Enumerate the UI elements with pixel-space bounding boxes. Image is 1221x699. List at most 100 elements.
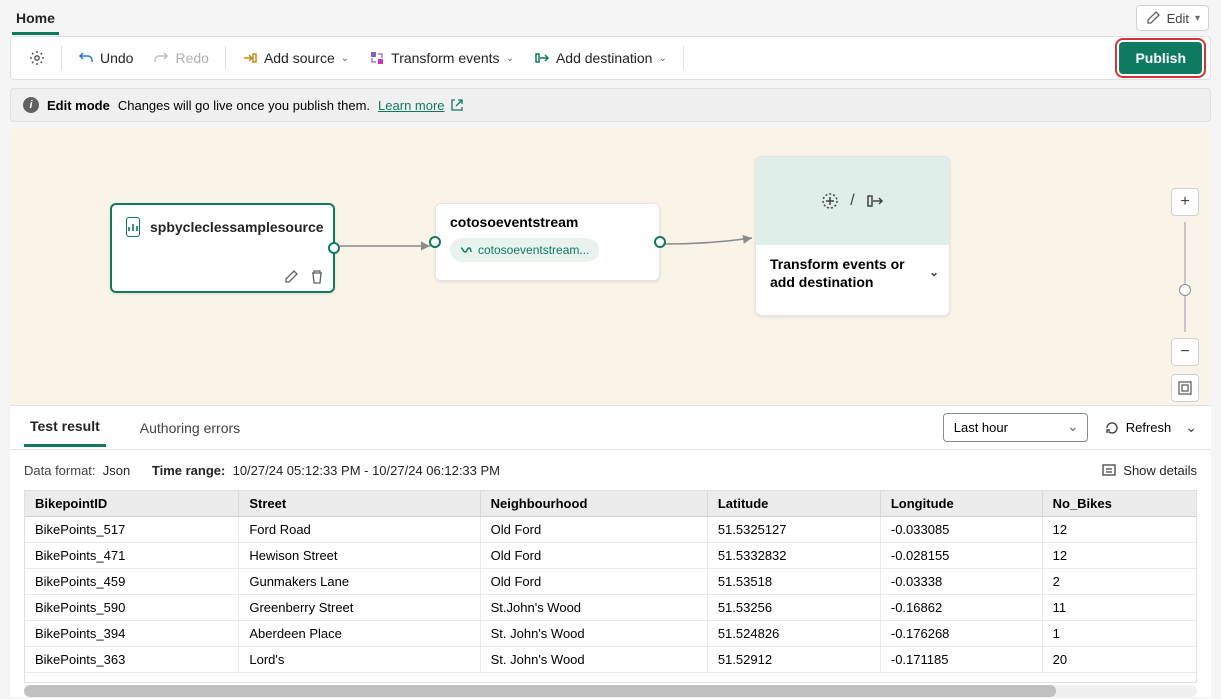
node-handle[interactable] — [429, 236, 441, 248]
eventstream-node[interactable]: cotosoeventstream cotosoeventstream... — [435, 203, 660, 281]
transform-events-button[interactable]: Transform events ⌄ — [359, 44, 524, 72]
pencil-icon — [1145, 10, 1161, 26]
table-cell: BikePoints_590 — [25, 595, 239, 621]
publish-button[interactable]: Publish — [1119, 42, 1202, 74]
table-cell: 12 — [1042, 517, 1196, 543]
chevron-down-icon: ⌄ — [341, 53, 349, 64]
table-cell: Old Ford — [480, 569, 707, 595]
table-cell: Gunmakers Lane — [239, 569, 480, 595]
add-source-button[interactable]: Add source ⌄ — [232, 44, 359, 72]
trash-icon[interactable] — [309, 269, 325, 285]
table-cell: Greenberry Street — [239, 595, 480, 621]
table-cell: 51.5325127 — [707, 517, 880, 543]
undo-label: Undo — [100, 50, 133, 66]
edit-dropdown[interactable]: Edit ▾ — [1136, 5, 1209, 31]
table-cell: 51.52912 — [707, 647, 880, 673]
table-cell: Old Ford — [480, 543, 707, 569]
column-header[interactable]: Street — [239, 491, 480, 517]
edge-arrow — [335, 236, 435, 256]
table-row[interactable]: BikePoints_363Lord'sSt. John's Wood51.52… — [25, 647, 1196, 673]
table-cell: BikePoints_517 — [25, 517, 239, 543]
table-cell: 12 — [1042, 543, 1196, 569]
eventstream-pill-label: cotosoeventstream... — [478, 243, 589, 257]
tab-authoring-errors[interactable]: Authoring errors — [134, 410, 246, 446]
edit-mode-title: Edit mode — [47, 98, 110, 113]
table-row[interactable]: BikePoints_394Aberdeen PlaceSt. John's W… — [25, 621, 1196, 647]
column-header[interactable]: Longitude — [880, 491, 1042, 517]
chevron-down-icon: ⌄ — [658, 53, 666, 64]
table-row[interactable]: BikePoints_517Ford RoadOld Ford51.532512… — [25, 517, 1196, 543]
chart-icon — [126, 217, 140, 237]
destination-icon — [865, 191, 885, 211]
show-details-button[interactable]: Show details — [1101, 462, 1197, 478]
table-cell: Hewison Street — [239, 543, 480, 569]
node-handle[interactable] — [654, 236, 666, 248]
learn-more-link[interactable]: Learn more — [378, 97, 464, 113]
add-destination-button[interactable]: Add destination ⌄ — [524, 44, 677, 72]
time-range-dropdown[interactable]: Last hour — [943, 413, 1088, 442]
scrollbar-thumb[interactable] — [24, 685, 1056, 697]
zoom-thumb[interactable] — [1179, 284, 1191, 296]
column-header[interactable]: BikepointID — [25, 491, 239, 517]
bottom-panel: Test result Authoring errors Last hour R… — [10, 405, 1211, 697]
destination-node[interactable]: / Transform events or add destination ⌄ — [755, 156, 950, 316]
table-cell: -0.028155 — [880, 543, 1042, 569]
table-cell: -0.16862 — [880, 595, 1042, 621]
table-cell: BikePoints_471 — [25, 543, 239, 569]
table-cell: -0.171185 — [880, 647, 1042, 673]
refresh-button[interactable]: Refresh — [1104, 420, 1172, 436]
zoom-slider[interactable] — [1184, 222, 1186, 332]
source-icon — [242, 50, 258, 66]
redo-label: Redo — [175, 50, 208, 66]
learn-more-label: Learn more — [378, 98, 444, 113]
fit-icon — [1178, 381, 1192, 395]
source-node[interactable]: spbycleclessamplesource — [110, 203, 335, 293]
table-cell: 20 — [1042, 647, 1196, 673]
refresh-label: Refresh — [1126, 420, 1172, 435]
chevron-down-icon[interactable]: ⌄ — [929, 265, 939, 281]
add-source-label: Add source — [264, 50, 335, 66]
zoom-in-button[interactable]: + — [1171, 188, 1199, 216]
redo-icon — [153, 50, 169, 66]
tab-test-result[interactable]: Test result — [24, 408, 106, 447]
column-header[interactable]: No_Bikes — [1042, 491, 1196, 517]
table-cell: 51.5332832 — [707, 543, 880, 569]
results-grid[interactable]: BikepointIDStreetNeighbourhoodLatitudeLo… — [24, 490, 1197, 683]
table-cell: 2 — [1042, 569, 1196, 595]
table-cell: 11 — [1042, 595, 1196, 621]
external-link-icon — [449, 97, 465, 113]
table-cell: St. John's Wood — [480, 621, 707, 647]
show-details-label: Show details — [1123, 463, 1197, 478]
table-row[interactable]: BikePoints_471Hewison StreetOld Ford51.5… — [25, 543, 1196, 569]
undo-button[interactable]: Undo — [68, 44, 143, 72]
table-row[interactable]: BikePoints_590Greenberry StreetSt.John's… — [25, 595, 1196, 621]
edge-arrow — [660, 228, 760, 256]
stream-icon — [460, 244, 472, 256]
transform-icon — [369, 50, 385, 66]
column-header[interactable]: Latitude — [707, 491, 880, 517]
edit-mode-msg: Changes will go live once you publish th… — [118, 98, 370, 113]
node-handle[interactable] — [328, 242, 340, 254]
table-cell: BikePoints_363 — [25, 647, 239, 673]
transform-events-label: Transform events — [391, 50, 499, 66]
column-header[interactable]: Neighbourhood — [480, 491, 707, 517]
table-cell: 1 — [1042, 621, 1196, 647]
settings-button[interactable] — [19, 44, 55, 72]
separator — [683, 46, 684, 70]
undo-icon — [78, 50, 94, 66]
canvas[interactable]: spbycleclessamplesource cotosoeventstrea… — [10, 128, 1211, 413]
redo-button[interactable]: Redo — [143, 44, 218, 72]
eventstream-pill[interactable]: cotosoeventstream... — [450, 238, 599, 262]
chevron-down-icon: ⌄ — [506, 53, 514, 64]
table-row[interactable]: BikePoints_459Gunmakers LaneOld Ford51.5… — [25, 569, 1196, 595]
zoom-fit-button[interactable] — [1171, 374, 1199, 402]
transform-icon — [820, 191, 840, 211]
pencil-icon[interactable] — [283, 269, 299, 285]
horizontal-scrollbar[interactable] — [24, 685, 1197, 697]
destination-icon — [534, 50, 550, 66]
collapse-panel-button[interactable]: ⌄ — [1185, 419, 1197, 436]
tab-home[interactable]: Home — [12, 2, 59, 35]
data-format-value: Json — [103, 463, 130, 478]
zoom-out-button[interactable]: − — [1171, 338, 1199, 366]
toolbar: Undo Redo Add source ⌄ Transform events … — [10, 36, 1211, 80]
